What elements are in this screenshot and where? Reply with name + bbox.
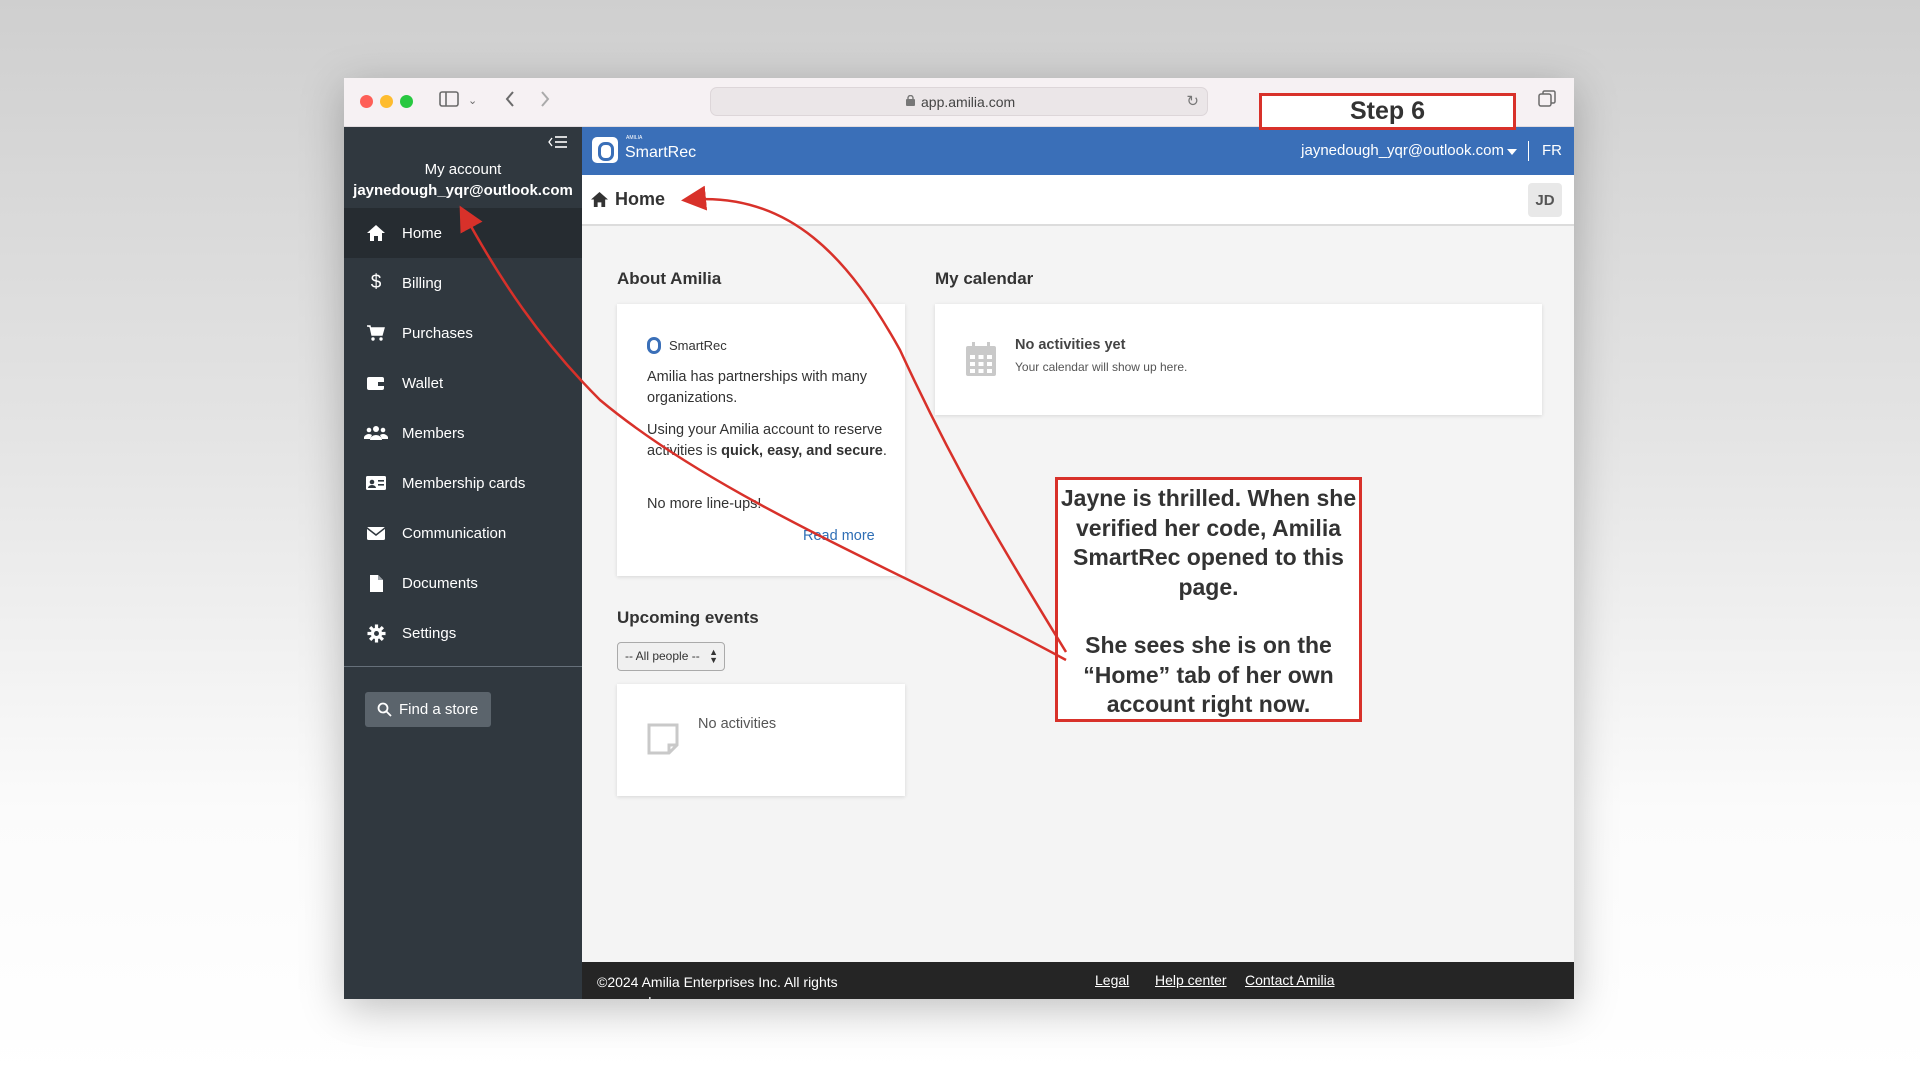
annotation-note-line2: She sees she is on the “Home” tab of her…	[1083, 632, 1334, 717]
sidebar-item-label: Wallet	[402, 374, 444, 392]
members-icon	[364, 423, 388, 443]
sidebar-item-billing[interactable]: $ Billing	[344, 258, 582, 308]
smartrec-logo[interactable]: AMILIA SmartRec	[592, 135, 697, 163]
annotation-spacer	[1058, 602, 1359, 631]
search-icon	[377, 702, 392, 717]
gear-icon	[364, 623, 388, 643]
sidebar-item-label: Settings	[402, 624, 457, 642]
user-menu[interactable]: jaynedough_yqr@outlook.com	[1301, 142, 1504, 159]
about-p2-bold: quick, easy, and secure	[721, 443, 883, 459]
logo-small-text: AMILIA	[626, 135, 643, 141]
about-p2-suffix: .	[882, 443, 887, 459]
reload-icon[interactable]: ↻	[1186, 92, 1199, 110]
sidebar-item-label: Purchases	[402, 324, 473, 342]
footer-link-help-center[interactable]: Help center	[1155, 972, 1227, 988]
maximize-window-button[interactable]	[400, 95, 413, 108]
sidebar-item-settings[interactable]: Settings	[344, 608, 582, 658]
events-card: No activities	[617, 684, 905, 796]
tabs-overview-icon[interactable]	[1538, 90, 1556, 113]
read-more-link[interactable]: Read more	[803, 528, 875, 544]
cart-icon	[364, 323, 388, 343]
address-bar[interactable]: app.amilia.com ↻	[710, 87, 1208, 116]
sidebar-item-membership-cards[interactable]: Membership cards	[344, 458, 582, 508]
chevron-down-icon[interactable]: ⌄	[468, 90, 477, 112]
people-filter-select[interactable]: -- All people -- ▲ ▼	[617, 642, 725, 671]
sidebar-item-label: Home	[402, 224, 443, 242]
sidebar-item-purchases[interactable]: Purchases	[344, 308, 582, 358]
footer-link-contact[interactable]: Contact Amilia	[1245, 972, 1334, 988]
page-title: Home	[615, 189, 666, 209]
avatar[interactable]: JD	[1528, 183, 1562, 217]
calendar-empty-subtitle: Your calendar will show up here.	[1015, 360, 1188, 374]
find-a-store-label: Find a store	[399, 701, 479, 718]
sidebar-item-communication[interactable]: Communication	[344, 508, 582, 558]
page-title-bar: Home JD	[582, 175, 1574, 226]
wallet-icon	[364, 373, 388, 393]
sidebar-item-label: Billing	[402, 274, 443, 292]
sidebar-toggle-icon[interactable]	[439, 90, 459, 112]
document-icon	[364, 573, 388, 593]
about-paragraph-1: Amilia has partnerships with many organi…	[647, 369, 868, 406]
about-paragraph-3: No more line-ups!	[647, 496, 762, 512]
dollar-icon: $	[370, 272, 382, 293]
sidebar-nav: Home $ Billing Purchases Wallet Members …	[344, 208, 582, 658]
sidebar-item-documents[interactable]: Documents	[344, 558, 582, 608]
home-icon	[364, 223, 388, 243]
back-arrow-icon[interactable]	[504, 90, 516, 113]
sidebar-item-label: Members	[402, 424, 465, 442]
envelope-icon	[364, 523, 388, 543]
sidebar-item-label: Communication	[402, 524, 507, 542]
sidebar-item-wallet[interactable]: Wallet	[344, 358, 582, 408]
sidebar: My account jaynedough_yqr@outlook.com Ho…	[344, 127, 582, 999]
smartrec-card-logo: SmartRec	[647, 337, 727, 354]
logo-text: SmartRec	[625, 144, 697, 161]
sidebar-item-members[interactable]: Members	[344, 408, 582, 458]
sidebar-item-label: Membership cards	[402, 474, 526, 492]
people-filter-value: -- All people --	[625, 649, 700, 663]
language-toggle[interactable]: FR	[1542, 142, 1562, 159]
annotation-note: Jayne is thrilled. When she verified her…	[1055, 477, 1362, 722]
calendar-icon	[965, 341, 997, 382]
sidebar-divider	[344, 666, 582, 667]
annotation-note-line1: Jayne is thrilled. When she verified her…	[1060, 485, 1357, 600]
calendar-card: No activities yet Your calendar will sho…	[935, 304, 1542, 415]
calendar-empty-title: No activities yet	[1015, 337, 1126, 353]
upcoming-events-heading: Upcoming events	[617, 608, 759, 627]
sticky-note-icon	[647, 723, 679, 760]
about-heading: About Amilia	[617, 269, 722, 288]
app-footer: ©2024 Amilia Enterprises Inc. All rights…	[582, 962, 1574, 999]
account-summary: My account jaynedough_yqr@outlook.com	[344, 161, 582, 199]
address-url: app.amilia.com	[921, 94, 1016, 110]
sidebar-item-label: Documents	[402, 574, 478, 592]
caret-down-icon[interactable]	[1507, 149, 1517, 155]
step-label: Step 6	[1259, 93, 1516, 130]
forward-arrow-icon[interactable]	[539, 90, 551, 113]
select-arrows-icon: ▲ ▼	[709, 647, 718, 665]
amilia-logo-icon	[592, 137, 618, 163]
id-card-icon	[364, 473, 388, 493]
amilia-logo-icon	[647, 337, 661, 354]
app-header: AMILIA SmartRec jaynedough_yqr@outlook.c…	[582, 127, 1574, 175]
sidebar-item-home[interactable]: Home	[344, 208, 582, 258]
card-logo-text: SmartRec	[669, 338, 727, 353]
lock-icon	[906, 95, 915, 106]
footer-copyright: ©2024 Amilia Enterprises Inc. All rights…	[597, 974, 838, 999]
header-separator	[1528, 141, 1529, 161]
close-window-button[interactable]	[360, 95, 373, 108]
footer-link-legal[interactable]: Legal	[1095, 972, 1129, 988]
about-paragraph-2: Using your Amilia account to reserve act…	[647, 420, 887, 462]
about-card: SmartRec Amilia has partnerships with ma…	[617, 304, 905, 576]
collapse-sidebar-icon[interactable]	[548, 135, 568, 151]
browser-window: ⌄ app.amilia.com ↻ My account jaynedough…	[344, 78, 1574, 999]
calendar-heading: My calendar	[935, 269, 1034, 288]
minimize-window-button[interactable]	[380, 95, 393, 108]
account-email: jaynedough_yqr@outlook.com	[353, 182, 573, 199]
home-icon	[590, 191, 609, 213]
events-empty-text: No activities	[698, 716, 777, 732]
find-a-store-button[interactable]: Find a store	[365, 692, 491, 727]
account-label: My account	[424, 161, 502, 178]
